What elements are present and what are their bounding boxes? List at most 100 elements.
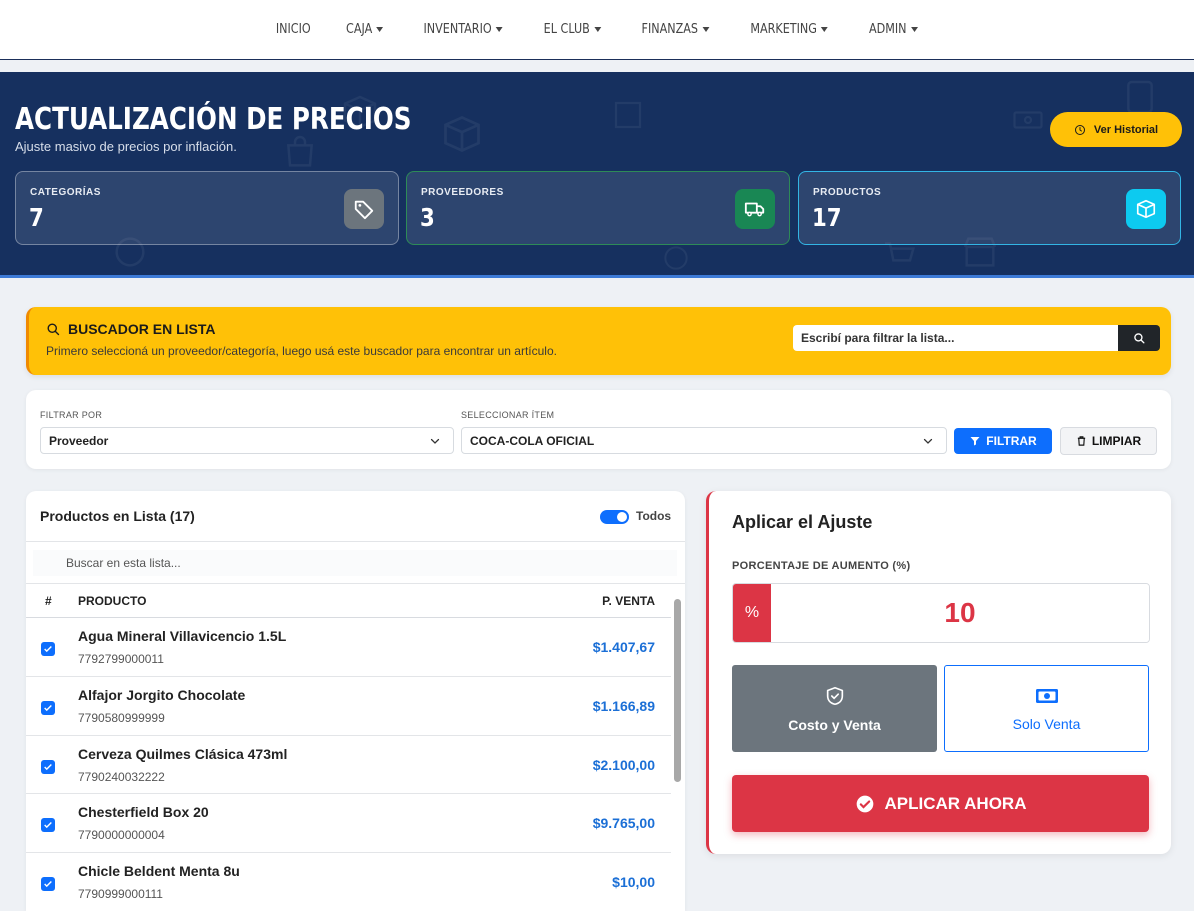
product-price: $10,00 bbox=[612, 874, 655, 891]
banner-title: BUSCADOR EN LISTA bbox=[68, 321, 216, 337]
products-title: Productos en Lista (17) bbox=[40, 508, 195, 524]
caret-down-icon bbox=[821, 27, 829, 32]
money-icon bbox=[1013, 111, 1043, 129]
product-code: 7790999000111 bbox=[78, 887, 163, 902]
product-search-input[interactable] bbox=[33, 550, 677, 576]
tag-icon bbox=[344, 189, 384, 229]
page-header: ACTUALIZACIÓN DE PRECIOS Ajuste masivo d… bbox=[0, 72, 1194, 278]
search-icon bbox=[1133, 332, 1145, 344]
table-row[interactable]: Alfajor Jorgito Chocolate 7790580999999 … bbox=[26, 677, 671, 736]
stat-card-categories: CATEGORÍAS 7 bbox=[15, 171, 399, 245]
truck-icon bbox=[735, 189, 775, 229]
search-icon bbox=[47, 323, 60, 335]
box-icon bbox=[444, 115, 480, 153]
products-panel: Productos en Lista (17) Todos # PRODUCTO… bbox=[26, 491, 685, 911]
product-name: Cerveza Quilmes Clásica 473ml bbox=[78, 745, 288, 762]
table-row[interactable]: Chesterfield Box 20 7790000000004 $9.765… bbox=[26, 794, 671, 854]
page-title: ACTUALIZACIÓN DE PRECIOS bbox=[15, 102, 412, 137]
product-name: Chicle Beldent Menta 8u bbox=[78, 863, 240, 880]
product-price: $9.765,00 bbox=[592, 815, 655, 832]
caret-down-icon bbox=[910, 27, 918, 32]
check-circle-icon bbox=[856, 795, 873, 812]
history-button[interactable]: Ver Historial bbox=[1050, 112, 1182, 147]
table-row[interactable]: Agua Mineral Villavicencio 1.5L 77927990… bbox=[26, 618, 671, 677]
shield-check-icon bbox=[826, 686, 843, 705]
list-filter-input[interactable] bbox=[793, 325, 1119, 351]
check-icon bbox=[44, 881, 52, 888]
box-icon bbox=[614, 101, 642, 129]
select-all-label: Todos bbox=[636, 509, 672, 523]
table-scrollbar[interactable] bbox=[672, 599, 682, 911]
nav-admin[interactable]: ADMIN bbox=[856, 22, 931, 37]
caret-down-icon bbox=[701, 27, 709, 32]
column-price: P. VENTA bbox=[602, 594, 655, 608]
trash-icon bbox=[1077, 436, 1085, 446]
bag-icon bbox=[286, 135, 314, 167]
percent-field: % bbox=[732, 583, 1150, 643]
check-icon bbox=[44, 645, 52, 653]
product-code: 7790000000004 bbox=[78, 828, 165, 843]
nav-inicio[interactable]: INICIO bbox=[262, 22, 323, 37]
check-icon bbox=[44, 704, 52, 711]
select-all-toggle[interactable] bbox=[600, 510, 629, 524]
filter-by-select[interactable]: Proveedor bbox=[40, 427, 454, 454]
product-name: Alfajor Jorgito Chocolate bbox=[78, 686, 246, 703]
calculator-icon bbox=[1127, 80, 1153, 114]
adjustment-panel: Aplicar el Ajuste PORCENTAJE DE AUMENTO … bbox=[706, 491, 1171, 854]
check-icon bbox=[44, 822, 52, 829]
list-filter-search-button[interactable] bbox=[1118, 325, 1160, 351]
apply-now-button[interactable]: APLICAR AHORA bbox=[732, 775, 1149, 832]
funnel-icon bbox=[970, 437, 980, 446]
cash-icon bbox=[1035, 688, 1058, 703]
page-subtitle: Ajuste masivo de precios por inflación. bbox=[15, 139, 237, 154]
row-checkbox[interactable] bbox=[41, 759, 55, 774]
option-cost-and-sale[interactable]: Costo y Venta bbox=[732, 665, 937, 752]
caret-down-icon bbox=[376, 27, 384, 32]
row-checkbox[interactable] bbox=[41, 642, 55, 656]
nav-caja[interactable]: CAJA bbox=[333, 22, 396, 37]
nav-el-club[interactable]: EL CLUB bbox=[531, 22, 614, 37]
table-row[interactable]: Chicle Beldent Menta 8u 7790999000111 $1… bbox=[26, 853, 671, 911]
product-code: 7792799000011 bbox=[78, 652, 164, 666]
product-code: 7790580999999 bbox=[78, 710, 165, 725]
percent-symbol: % bbox=[733, 584, 771, 642]
option-sale-only[interactable]: Solo Venta bbox=[944, 665, 1149, 752]
table-header: # PRODUCTO P. VENTA bbox=[26, 584, 671, 618]
scrollbar-thumb[interactable] bbox=[674, 599, 681, 782]
column-product: PRODUCTO bbox=[78, 594, 147, 608]
nav-inventario[interactable]: INVENTARIO bbox=[410, 22, 515, 37]
row-checkbox[interactable] bbox=[41, 877, 55, 892]
row-checkbox[interactable] bbox=[41, 700, 55, 715]
chevron-down-icon bbox=[430, 438, 440, 444]
product-table-body: Agua Mineral Villavicencio 1.5L 77927990… bbox=[26, 618, 671, 911]
stat-card-suppliers: PROVEEDORES 3 bbox=[406, 171, 790, 245]
product-code: 7790240032222 bbox=[78, 769, 165, 784]
item-select[interactable]: COCA-COLA OFICIAL bbox=[461, 427, 947, 454]
clock-icon bbox=[664, 246, 688, 270]
check-icon bbox=[44, 763, 52, 770]
top-nav: INICIO CAJA INVENTARIO EL CLUB FINANZAS … bbox=[0, 0, 1194, 60]
nav-finanzas[interactable]: FINANZAS bbox=[628, 22, 721, 37]
percent-label: PORCENTAJE DE AUMENTO (%) bbox=[732, 560, 911, 572]
nav-marketing[interactable]: MARKETING bbox=[738, 22, 842, 37]
row-checkbox[interactable] bbox=[41, 818, 55, 833]
filter-button[interactable]: FILTRAR bbox=[954, 428, 1052, 454]
banner-description: Primero seleccioná un proveedor/categorí… bbox=[46, 344, 557, 358]
filter-card: FILTRAR POR Proveedor SELECCIONAR ÍTEM C… bbox=[26, 390, 1171, 469]
clear-button[interactable]: LIMPIAR bbox=[1060, 427, 1157, 455]
caret-down-icon bbox=[495, 27, 503, 32]
list-search-banner: BUSCADOR EN LISTA Primero seleccioná un … bbox=[26, 307, 1171, 375]
box-icon bbox=[1126, 189, 1166, 229]
product-name: Chesterfield Box 20 bbox=[78, 804, 209, 821]
product-price: $1.407,67 bbox=[592, 639, 655, 655]
caret-down-icon bbox=[594, 27, 601, 32]
filter-by-label: FILTRAR POR bbox=[40, 410, 103, 420]
chevron-down-icon bbox=[923, 438, 933, 444]
product-price: $2.100,00 bbox=[592, 756, 655, 773]
product-name: Agua Mineral Villavicencio 1.5L bbox=[78, 628, 287, 644]
percent-input[interactable] bbox=[771, 584, 1149, 642]
table-row[interactable]: Cerveza Quilmes Clásica 473ml 7790240032… bbox=[26, 736, 671, 795]
product-price: $1.166,89 bbox=[592, 697, 655, 714]
column-index: # bbox=[45, 594, 52, 608]
stat-card-products: PRODUCTOS 17 bbox=[798, 171, 1181, 245]
